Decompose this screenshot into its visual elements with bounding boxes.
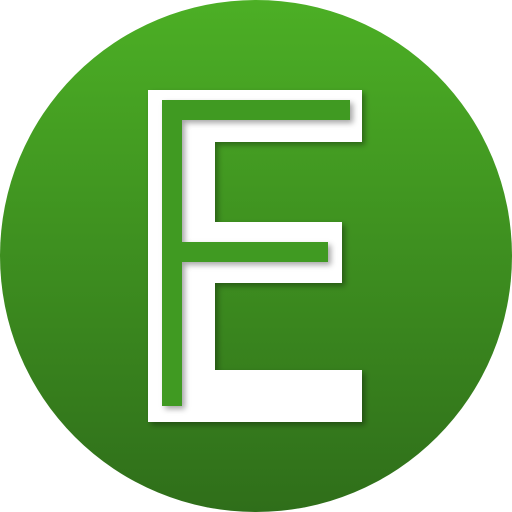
letter-e-logo-icon [0, 0, 512, 512]
app-icon-canvas [0, 0, 512, 512]
